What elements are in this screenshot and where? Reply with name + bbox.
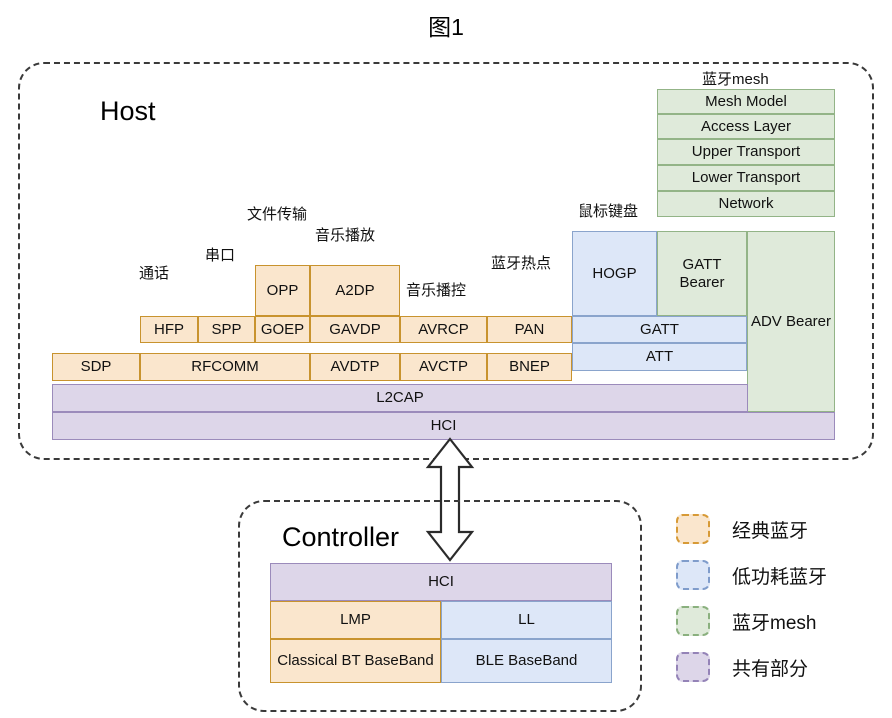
mesh-layer-upper-transport[interactable]: Upper Transport (657, 139, 835, 165)
annotation-file-transfer: 文件传输 (247, 206, 308, 223)
mesh-layer-access-layer[interactable]: Access Layer (657, 114, 835, 139)
classic-goep[interactable]: GOEP (255, 316, 310, 343)
classic-pan[interactable]: PAN (487, 316, 572, 343)
controller-ll[interactable]: LL (441, 601, 612, 639)
controller-lmp[interactable]: LMP (270, 601, 441, 639)
legend-swatch-mesh-icon (676, 606, 710, 636)
host-l2cap[interactable]: L2CAP (52, 384, 748, 412)
legend-item-shared: 共有部分 (676, 644, 882, 690)
controller-hci[interactable]: HCI (270, 563, 612, 601)
legend-item-classic: 经典蓝牙 (676, 506, 882, 552)
classic-opp[interactable]: OPP (255, 265, 310, 316)
annotation-bt-mesh: 蓝牙mesh (702, 71, 769, 88)
annotation-serial: 串口 (205, 247, 236, 264)
classic-bnep[interactable]: BNEP (487, 353, 572, 381)
mesh-layer-mesh-model[interactable]: Mesh Model (657, 89, 835, 114)
ble-att[interactable]: ATT (572, 343, 747, 371)
annotation-call: 通话 (139, 265, 170, 282)
legend-item-ble: 低功耗蓝牙 (676, 552, 882, 598)
classic-rfcomm[interactable]: RFCOMM (140, 353, 310, 381)
annotation-music-play: 音乐播放 (315, 227, 376, 244)
controller-ble-baseband[interactable]: BLE BaseBand (441, 639, 612, 683)
classic-avctp[interactable]: AVCTP (400, 353, 487, 381)
legend-swatch-shared-icon (676, 652, 710, 682)
legend-label-shared: 共有部分 (732, 658, 809, 680)
mesh-layer-lower-transport[interactable]: Lower Transport (657, 165, 835, 191)
classic-avdtp[interactable]: AVDTP (310, 353, 400, 381)
mesh-gatt-bearer[interactable]: GATT Bearer (657, 231, 747, 316)
legend-label-classic: 经典蓝牙 (732, 520, 809, 542)
mesh-layer-network[interactable]: Network (657, 191, 835, 217)
host-label: Host (100, 96, 156, 126)
annotation-bt-hotspot: 蓝牙热点 (491, 255, 552, 272)
ble-hogp[interactable]: HOGP (572, 231, 657, 316)
classic-hfp[interactable]: HFP (140, 316, 198, 343)
annotation-music-control: 音乐播控 (406, 282, 467, 299)
controller-label: Controller (282, 522, 400, 552)
classic-avrcp[interactable]: AVRCP (400, 316, 487, 343)
legend-swatch-classic-icon (676, 514, 710, 544)
classic-sdp[interactable]: SDP (52, 353, 140, 381)
legend: 经典蓝牙 低功耗蓝牙 蓝牙mesh 共有部分 (676, 506, 882, 690)
classic-spp[interactable]: SPP (198, 316, 255, 343)
legend-label-ble: 低功耗蓝牙 (732, 566, 828, 588)
legend-label-mesh: 蓝牙mesh (732, 612, 817, 634)
classic-a2dp[interactable]: A2DP (310, 265, 400, 316)
legend-swatch-ble-icon (676, 560, 710, 590)
controller-classical-bt-baseband[interactable]: Classical BT BaseBand (270, 639, 441, 683)
host-hci[interactable]: HCI (52, 412, 835, 440)
legend-item-mesh: 蓝牙mesh (676, 598, 882, 644)
mesh-adv-bearer[interactable]: ADV Bearer (747, 231, 835, 412)
annotation-mouse-keyboard: 鼠标键盘 (578, 203, 639, 220)
figure-title: 图1 (428, 14, 464, 40)
classic-gavdp[interactable]: GAVDP (310, 316, 400, 343)
ble-gatt[interactable]: GATT (572, 316, 747, 343)
